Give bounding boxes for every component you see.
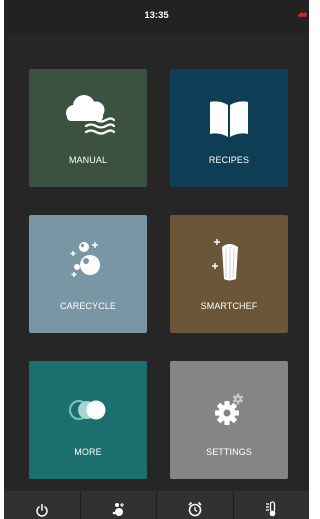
clock: 13:35 bbox=[144, 10, 169, 21]
tile-label: RECIPES bbox=[208, 155, 250, 165]
cleaning-icon bbox=[112, 503, 125, 516]
status-bar: 13:35 bbox=[4, 0, 309, 34]
tile-more[interactable]: MORE bbox=[29, 361, 147, 479]
temperature-icon bbox=[266, 501, 276, 517]
oven-control-screen: 13:35 MANUAL RECIPES CARECYCLE SMARTCHEF… bbox=[4, 0, 309, 519]
power-icon bbox=[36, 503, 48, 517]
power-button[interactable] bbox=[4, 491, 81, 519]
tile-label: MORE bbox=[74, 447, 102, 457]
tile-label: CARECYCLE bbox=[60, 301, 116, 311]
tile-settings[interactable]: SETTINGS bbox=[170, 361, 288, 479]
bottom-toolbar bbox=[4, 491, 309, 519]
timer-button[interactable] bbox=[157, 491, 234, 519]
tile-manual[interactable]: MANUAL bbox=[29, 69, 147, 187]
tile-carecycle[interactable]: CARECYCLE bbox=[29, 215, 147, 333]
tile-label: SETTINGS bbox=[206, 447, 252, 457]
tile-smartchef[interactable]: SMARTCHEF bbox=[170, 215, 288, 333]
chef-hat-icon bbox=[170, 239, 288, 289]
temperature-button[interactable] bbox=[234, 491, 310, 519]
book-icon bbox=[170, 93, 288, 143]
alarm-clock-icon bbox=[188, 501, 202, 517]
toggle-circles-icon bbox=[29, 385, 147, 435]
tile-label: MANUAL bbox=[68, 155, 108, 165]
steam-cloud-icon bbox=[29, 93, 147, 143]
gear-icon bbox=[170, 385, 288, 435]
tile-recipes[interactable]: RECIPES bbox=[170, 69, 288, 187]
cloud-status-icon bbox=[298, 12, 307, 17]
tile-label: SMARTCHEF bbox=[200, 301, 258, 311]
bubbles-icon bbox=[29, 239, 147, 289]
cleaning-button[interactable] bbox=[81, 491, 157, 519]
